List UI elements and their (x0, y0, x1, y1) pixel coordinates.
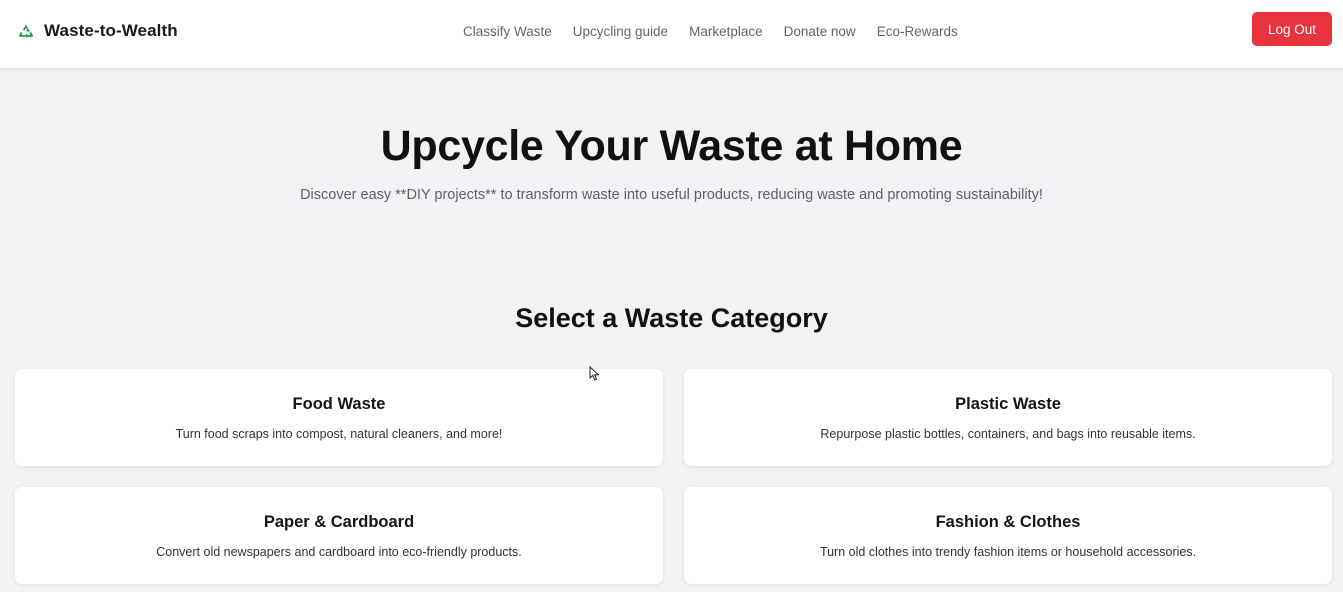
nav-link-donate-now[interactable]: Donate now (784, 24, 856, 39)
nav-link-marketplace[interactable]: Marketplace (689, 24, 763, 39)
logout-button[interactable]: Log Out (1252, 12, 1332, 46)
card-description: Turn old clothes into trendy fashion ite… (819, 545, 1197, 559)
nav-link-upcycling-guide[interactable]: Upcycling guide (573, 24, 668, 39)
category-card-fashion-clothes[interactable]: Fashion & Clothes Turn old clothes into … (684, 487, 1332, 584)
category-card-paper-cardboard[interactable]: Paper & Cardboard Convert old newspapers… (15, 487, 663, 584)
card-title: Paper & Cardboard (263, 513, 415, 531)
hero-title: Upcycle Your Waste at Home (380, 122, 963, 170)
nav-link-classify-waste[interactable]: Classify Waste (463, 24, 552, 39)
recycle-icon (18, 24, 34, 39)
brand-logo[interactable]: Waste-to-Wealth (17, 20, 178, 42)
card-description: Turn food scraps into compost, natural c… (175, 427, 503, 441)
nav-link-eco-rewards[interactable]: Eco-Rewards (877, 24, 958, 39)
card-title: Plastic Waste (955, 395, 1061, 413)
category-card-plastic-waste[interactable]: Plastic Waste Repurpose plastic bottles,… (684, 369, 1332, 466)
card-title: Fashion & Clothes (935, 513, 1081, 531)
nav-links: Classify Waste Upcycling guide Marketpla… (463, 21, 958, 41)
card-description: Repurpose plastic bottles, containers, a… (820, 427, 1196, 441)
navbar: Waste-to-Wealth Classify Waste Upcycling… (0, 0, 1343, 68)
hero-subtitle: Discover easy **DIY projects** to transf… (300, 187, 1043, 203)
section-title: Select a Waste Category (515, 303, 828, 333)
mouse-cursor-icon (589, 366, 600, 381)
card-description: Convert old newspapers and cardboard int… (156, 545, 522, 559)
category-card-food-waste[interactable]: Food Waste Turn food scraps into compost… (15, 369, 663, 466)
brand-name: Waste-to-Wealth (44, 21, 178, 40)
card-title: Food Waste (292, 395, 386, 413)
